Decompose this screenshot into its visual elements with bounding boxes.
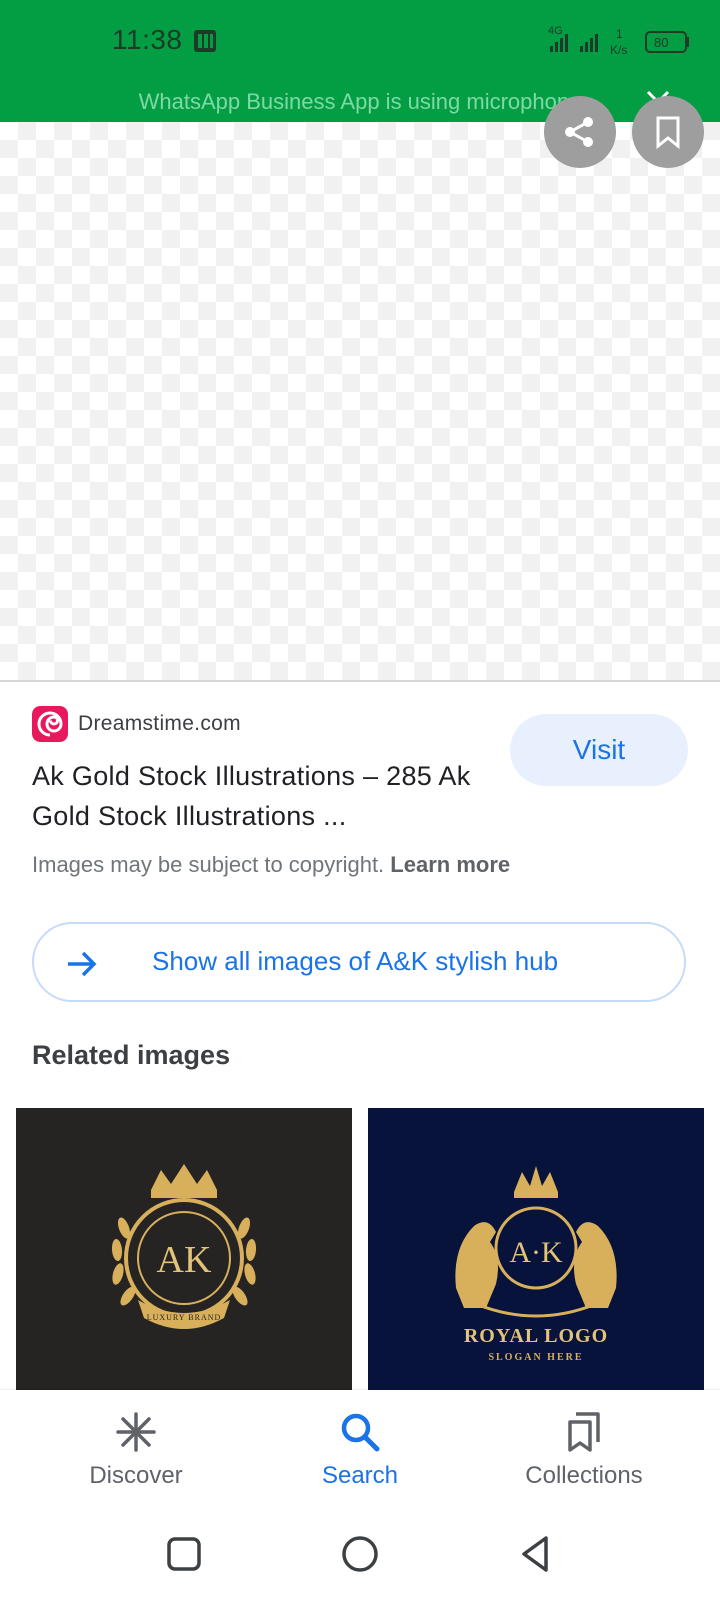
related-image-1[interactable]: AK LUXURY BRAND xyxy=(16,1108,352,1390)
result-title[interactable]: Ak Gold Stock Illustrations – 285 Ak Gol… xyxy=(32,756,492,836)
status-time: 11:38 xyxy=(112,24,183,55)
source-name: Dreamstime.com xyxy=(78,712,241,735)
arrow-right-icon xyxy=(68,951,97,977)
related-images-heading: Related images xyxy=(32,1040,231,1070)
back-icon[interactable] xyxy=(512,1530,560,1578)
network-speed-unit: K/s xyxy=(610,43,627,57)
bookmarks-icon xyxy=(568,1412,600,1452)
nav-search[interactable]: Search xyxy=(260,1390,460,1510)
ak-royal-logo-image: A·K ROYAL LOGO SLOGAN HERE xyxy=(455,1166,617,1363)
network-type: 4G xyxy=(548,25,563,37)
royal-logo-text: ROYAL LOGO xyxy=(464,1325,608,1347)
status-bar: 11:38 4G 1 K/s 80 WhatsApp Business App … xyxy=(0,0,720,122)
network-speed-value: 1 xyxy=(616,27,623,41)
recent-apps-icon[interactable] xyxy=(160,1530,208,1578)
related-image-2[interactable]: A·K ROYAL LOGO SLOGAN HERE xyxy=(368,1108,704,1390)
search-icon xyxy=(341,1413,380,1452)
visit-button[interactable]: Visit xyxy=(510,714,688,786)
source-row[interactable]: Dreamstime.com xyxy=(32,706,241,742)
asterisk-icon xyxy=(116,1412,156,1452)
signal-battery-icon: 4G 1 K/s 80 xyxy=(548,25,689,57)
battery-level: 80 xyxy=(654,35,668,50)
show-all-images-button[interactable]: Show all images of A&K stylish hub xyxy=(32,922,686,1002)
ak-monogram: AK xyxy=(157,1239,212,1281)
nav-discover-label: Discover xyxy=(89,1462,183,1489)
show-all-label: Show all images of A&K stylish hub xyxy=(152,946,559,976)
sim-card-icon xyxy=(194,30,216,52)
nav-collections-label: Collections xyxy=(525,1462,643,1489)
share-icon xyxy=(565,117,593,147)
image-preview[interactable] xyxy=(0,96,720,682)
learn-more-link[interactable]: Learn more xyxy=(390,852,510,877)
save-to-collection-button[interactable] xyxy=(632,96,704,168)
luxury-brand-ribbon: LUXURY BRAND xyxy=(147,1313,222,1322)
bookmark-icon xyxy=(656,116,680,150)
bottom-navigation: Discover Search Collections xyxy=(0,1390,720,1510)
share-button[interactable] xyxy=(544,96,616,168)
slogan-text: SLOGAN HERE xyxy=(488,1352,583,1363)
nav-discover[interactable]: Discover xyxy=(36,1390,236,1510)
nav-search-label: Search xyxy=(321,1462,399,1489)
ak-monogram: A·K xyxy=(509,1236,563,1269)
dreamstime-logo-icon xyxy=(32,706,68,742)
home-icon[interactable] xyxy=(336,1530,384,1578)
copyright-text: Images may be subject to copyright. xyxy=(32,852,385,877)
system-status-icons: 4G 1 K/s 80 xyxy=(546,22,696,58)
copyright-notice: Images may be subject to copyright. Lear… xyxy=(32,852,510,878)
ak-luxury-logo-image: AK LUXURY BRAND xyxy=(111,1164,257,1329)
system-navigation-bar xyxy=(0,1510,720,1600)
nav-collections[interactable]: Collections xyxy=(484,1390,684,1510)
